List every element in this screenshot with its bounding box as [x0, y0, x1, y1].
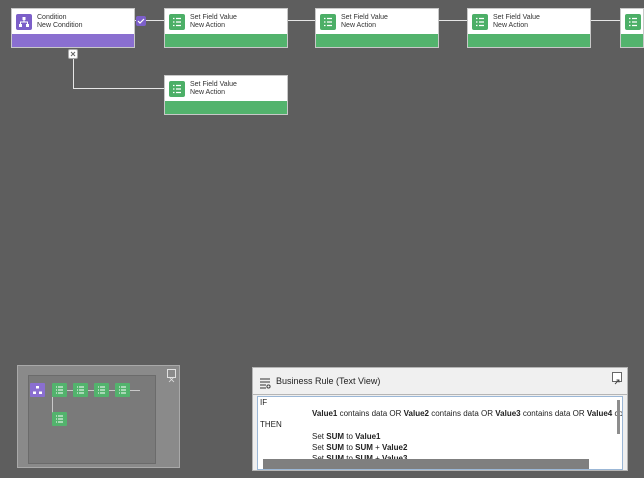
- list-icon: [625, 14, 641, 30]
- scrollbar-thumb[interactable]: [617, 400, 620, 434]
- minimap-condition: [30, 383, 45, 397]
- minimap-action: [115, 383, 130, 397]
- rule-token-bold: SUM: [355, 443, 373, 452]
- action-title: Set Field Value: [190, 81, 237, 88]
- list-icon: [472, 14, 488, 30]
- rule-token-bold: Value4: [586, 409, 613, 418]
- rule-token-bold: Value1: [312, 409, 338, 418]
- action-footer: [165, 101, 287, 114]
- condition-title: Condition: [37, 14, 67, 21]
- if-label: IF: [260, 398, 268, 407]
- action-footer: [468, 34, 590, 47]
- minimap[interactable]: [17, 365, 180, 468]
- rule-condition-line: Value1 contains data OR Value2 contains …: [312, 409, 622, 419]
- action-node-false-branch[interactable]: Set Field Value New Action: [164, 75, 288, 115]
- rule-action-line: Set SUM to Value1: [312, 432, 381, 442]
- false-branch-button[interactable]: [68, 49, 78, 59]
- rule-token-bold: Value2: [403, 409, 429, 418]
- horizontal-scrollbar[interactable]: [263, 459, 589, 469]
- rule-token: contains data OR: [428, 409, 496, 418]
- minimap-viewport[interactable]: [28, 375, 156, 464]
- rule-token: to: [344, 432, 356, 441]
- connector-action-1-2: [288, 20, 315, 21]
- list-icon: [169, 81, 185, 97]
- minimap-action: [94, 383, 109, 397]
- rule-token-bold: Value1: [355, 432, 381, 441]
- rule-action-line: Set SUM to SUM + Value2: [312, 443, 407, 453]
- action-subtitle: New Action: [190, 22, 226, 29]
- business-rule-panel: Business Rule (Text View) IF Value1 cont…: [252, 367, 628, 471]
- expand-icon[interactable]: [167, 369, 176, 383]
- vertical-scrollbar[interactable]: [616, 400, 621, 458]
- action-title: Set Field Value: [190, 14, 237, 21]
- rule-token-bold: SUM: [326, 443, 345, 452]
- panel-title: Business Rule (Text View): [276, 376, 381, 386]
- action-title: Set Field Value: [341, 14, 388, 21]
- true-branch-button[interactable]: [136, 16, 146, 26]
- action-subtitle: New Action: [493, 22, 529, 29]
- rule-token-bold: Value2: [382, 443, 408, 452]
- condition-subtitle: New Condition: [37, 22, 83, 29]
- condition-node[interactable]: Condition New Condition: [11, 8, 135, 48]
- text-view-icon: [259, 376, 271, 389]
- rule-token: to: [344, 443, 356, 452]
- action-footer: [621, 34, 643, 47]
- action-footer: [316, 34, 438, 47]
- close-icon: [70, 51, 76, 57]
- action-node-partial[interactable]: [620, 8, 644, 48]
- action-footer: [165, 34, 287, 47]
- rule-token: Set: [312, 432, 327, 441]
- rule-token: +: [372, 443, 383, 452]
- branch-icon: [16, 14, 32, 30]
- rule-text-area[interactable]: IF Value1 contains data OR Value2 contai…: [257, 396, 623, 470]
- panel-header: Business Rule (Text View): [253, 368, 627, 395]
- rule-token-bold: SUM: [326, 432, 345, 441]
- rule-token: contains data OR: [520, 409, 587, 418]
- connector-false-branch-horizontal: [73, 88, 164, 89]
- condition-footer: [12, 34, 134, 47]
- action-node-1[interactable]: Set Field Value New Action: [164, 8, 288, 48]
- then-label: THEN: [260, 420, 282, 429]
- rule-token-bold: Value3: [495, 409, 521, 418]
- action-subtitle: New Action: [190, 89, 226, 96]
- rule-token: contains data OR: [337, 409, 404, 418]
- connector-action-2-3: [439, 20, 467, 21]
- action-node-2[interactable]: Set Field Value New Action: [315, 8, 439, 48]
- minimap-action: [52, 412, 67, 426]
- connector-action-3-4: [590, 20, 620, 21]
- list-icon: [320, 14, 336, 30]
- list-icon: [169, 14, 185, 30]
- minimap-action: [73, 383, 88, 397]
- action-subtitle: New Action: [341, 22, 377, 29]
- popout-icon[interactable]: [612, 372, 622, 385]
- action-title: Set Field Value: [493, 14, 540, 21]
- check-icon: [137, 18, 145, 24]
- rule-token: Set: [312, 443, 327, 452]
- action-node-3[interactable]: Set Field Value New Action: [467, 8, 591, 48]
- minimap-action: [52, 383, 67, 397]
